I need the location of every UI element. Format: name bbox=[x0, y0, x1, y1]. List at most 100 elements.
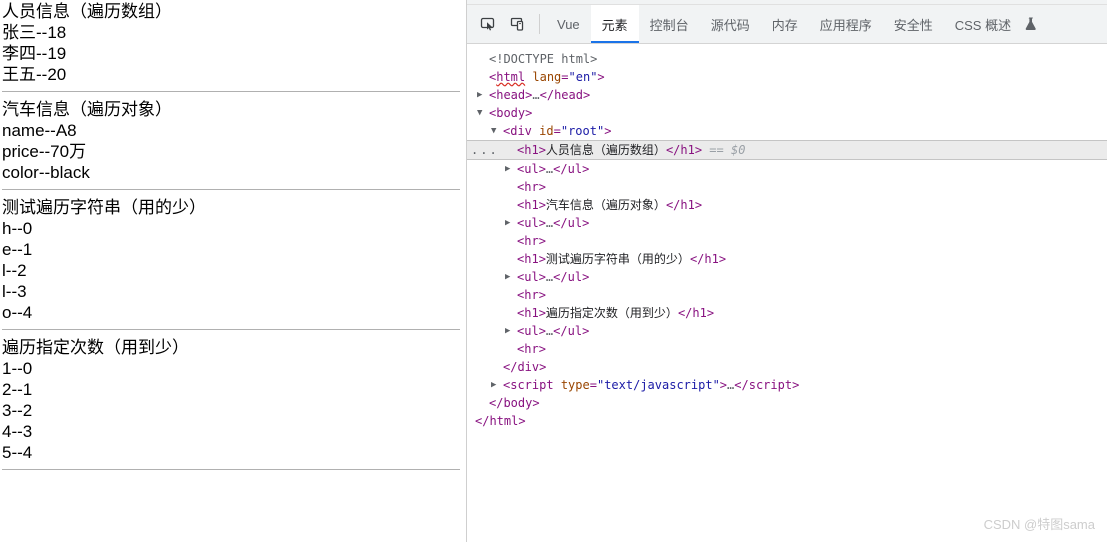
dom-node-markup: <hr> bbox=[517, 234, 546, 248]
list-item: 4--3 bbox=[2, 422, 33, 441]
tab-0[interactable]: Vue bbox=[546, 5, 591, 43]
tab-2[interactable]: 控制台 bbox=[639, 5, 700, 43]
tab-4[interactable]: 内存 bbox=[761, 5, 809, 43]
dom-node-markup: <script type="text/javascript">…</script… bbox=[503, 378, 800, 392]
section-heading: 遍历指定次数（用到少） bbox=[2, 338, 189, 357]
list-item: color--black bbox=[2, 163, 90, 182]
chevron-right-icon[interactable]: ▶ bbox=[505, 218, 515, 228]
device-toolbar-icon[interactable] bbox=[503, 5, 533, 43]
dom-tree[interactable]: <!DOCTYPE html> <html lang="en"> ▶ <head>…<… bbox=[467, 44, 1107, 542]
dom-node[interactable]: <hr> bbox=[467, 286, 1107, 304]
inspect-element-icon[interactable] bbox=[473, 5, 503, 43]
list-item: 王五--20 bbox=[2, 65, 67, 84]
dom-node-markup: <h1>测试遍历字符串（用的少）</h1> bbox=[517, 252, 727, 266]
dom-node[interactable]: ▶ <head>…</head> bbox=[467, 86, 1107, 104]
page-section: 汽车信息（遍历对象） name--A8 price--70万 color--black bbox=[2, 98, 460, 183]
devtools-tabs: Vue 元素 控制台 源代码 内存 应用程序 安全性 CSS 概述 bbox=[546, 5, 1022, 43]
chevron-right-icon[interactable]: ▶ bbox=[477, 90, 487, 100]
section-list: 张三--18 李四--19 王五--20 bbox=[2, 22, 460, 85]
dom-node[interactable]: <hr> bbox=[467, 178, 1107, 196]
list-item: h--0 bbox=[2, 219, 33, 238]
dom-node[interactable]: <hr> bbox=[467, 340, 1107, 358]
dom-node-markup: <div id="root"> bbox=[503, 124, 612, 138]
dom-node[interactable]: ▶ <ul>…</ul> bbox=[467, 214, 1107, 232]
section-divider bbox=[2, 189, 460, 190]
list-item: l--3 bbox=[2, 282, 27, 301]
list-item: price--70万 bbox=[2, 142, 87, 161]
page-section: 人员信息（遍历数组） 张三--18 李四--19 王五--20 bbox=[2, 0, 460, 85]
dom-node-selected[interactable]: ... <h1>人员信息（遍历数组）</h1> == $0 bbox=[467, 140, 1107, 160]
list-item: 3--2 bbox=[2, 401, 33, 420]
devtools-panel: Vue 元素 控制台 源代码 内存 应用程序 安全性 CSS 概述 <!DOCTYPE htm… bbox=[467, 0, 1107, 542]
dom-node[interactable]: ▼ <body> bbox=[467, 104, 1107, 122]
chevron-right-icon[interactable]: ▶ bbox=[505, 272, 515, 282]
section-list: 1--0 2--1 3--2 4--3 5--4 bbox=[2, 358, 460, 463]
list-item: e--1 bbox=[2, 240, 33, 259]
dom-node-markup: <ul>…</ul> bbox=[517, 162, 590, 176]
section-heading: 人员信息（遍历数组） bbox=[2, 2, 172, 21]
dom-node-markup: <hr> bbox=[517, 342, 546, 356]
list-item: 张三--18 bbox=[2, 23, 67, 42]
dom-node[interactable]: <h1>测试遍历字符串（用的少）</h1> bbox=[467, 250, 1107, 268]
dom-node-markup: </div> bbox=[503, 360, 547, 374]
dom-node-markup: <ul>…</ul> bbox=[517, 216, 590, 230]
selected-node-marker: == $0 bbox=[702, 143, 746, 157]
dom-node-markup: <hr> bbox=[517, 180, 546, 194]
dom-node-markup: <ul>…</ul> bbox=[517, 324, 590, 338]
tab-6[interactable]: 安全性 bbox=[883, 5, 944, 43]
dom-node-markup: <html lang="en"> bbox=[489, 70, 605, 84]
dom-node[interactable]: <h1>汽车信息（遍历对象）</h1> bbox=[467, 196, 1107, 214]
dom-node[interactable]: ▶ <ul>…</ul> bbox=[467, 322, 1107, 340]
section-list: h--0 e--1 l--2 l--3 o--4 bbox=[2, 218, 460, 323]
dom-node[interactable]: </body> bbox=[467, 394, 1107, 412]
dom-node[interactable]: <html lang="en"> bbox=[467, 68, 1107, 86]
dom-node-markup: <hr> bbox=[517, 288, 546, 302]
devtools-window: 人员信息（遍历数组） 张三--18 李四--19 王五--20 汽车信息（遍历对象） na… bbox=[0, 0, 1107, 542]
dom-node[interactable]: <!DOCTYPE html> bbox=[467, 50, 1107, 68]
section-divider bbox=[2, 469, 460, 470]
chevron-right-icon[interactable]: ▶ bbox=[505, 326, 515, 336]
page-content: 人员信息（遍历数组） 张三--18 李四--19 王五--20 汽车信息（遍历对象） na… bbox=[0, 0, 466, 470]
dom-node-markup: <body> bbox=[489, 106, 533, 120]
dom-node[interactable]: </div> bbox=[467, 358, 1107, 376]
list-item: 李四--19 bbox=[2, 44, 67, 63]
chevron-right-icon[interactable]: ▶ bbox=[505, 164, 515, 174]
dom-node-markup: <h1>人员信息（遍历数组）</h1> bbox=[517, 143, 703, 157]
dom-node-markup: </body> bbox=[489, 396, 540, 410]
experiments-flask-icon[interactable] bbox=[1022, 5, 1046, 43]
toolbar-divider bbox=[539, 14, 540, 34]
watermark: CSDN @特图sama bbox=[983, 517, 1095, 532]
tab-3[interactable]: 源代码 bbox=[700, 5, 761, 43]
list-item: 2--1 bbox=[2, 380, 33, 399]
list-item: l--2 bbox=[2, 261, 27, 280]
dom-node-markup: <h1>汽车信息（遍历对象）</h1> bbox=[517, 198, 703, 212]
dom-node-markup: <head>…</head> bbox=[489, 88, 591, 102]
tab-7[interactable]: CSS 概述 bbox=[944, 5, 1022, 43]
dom-node-markup: </html> bbox=[475, 414, 526, 428]
dom-node[interactable]: ▶ <script type="text/javascript">…</scrip… bbox=[467, 376, 1107, 394]
page-section: 遍历指定次数（用到少） 1--0 2--1 3--2 4--3 5--4 bbox=[2, 336, 460, 463]
section-divider bbox=[2, 91, 460, 92]
node-overflow-dots[interactable]: ... bbox=[471, 141, 499, 159]
chevron-down-icon[interactable]: ▼ bbox=[491, 126, 501, 136]
dom-node-markup: <!DOCTYPE html> bbox=[489, 52, 598, 66]
dom-node[interactable]: <h1>遍历指定次数（用到少）</h1> bbox=[467, 304, 1107, 322]
list-item: o--4 bbox=[2, 303, 33, 322]
devtools-tab-bar: Vue 元素 控制台 源代码 内存 应用程序 安全性 CSS 概述 bbox=[467, 5, 1107, 44]
dom-node[interactable]: ▶ <ul>…</ul> bbox=[467, 160, 1107, 178]
page-section: 测试遍历字符串（用的少） h--0 e--1 l--2 l--3 o--4 bbox=[2, 196, 460, 323]
chevron-down-icon[interactable]: ▼ bbox=[477, 108, 487, 118]
dom-node[interactable]: </html> bbox=[467, 412, 1107, 430]
chevron-right-icon[interactable]: ▶ bbox=[491, 380, 501, 390]
dom-node-markup: <ul>…</ul> bbox=[517, 270, 590, 284]
page-viewport: 人员信息（遍历数组） 张三--18 李四--19 王五--20 汽车信息（遍历对象） na… bbox=[0, 0, 467, 542]
list-item: 5--4 bbox=[2, 443, 33, 462]
section-list: name--A8 price--70万 color--black bbox=[2, 120, 460, 183]
dom-node[interactable]: ▼ <div id="root"> bbox=[467, 122, 1107, 140]
tab-5[interactable]: 应用程序 bbox=[809, 5, 883, 43]
dom-node[interactable]: ▶ <ul>…</ul> bbox=[467, 268, 1107, 286]
tab-1[interactable]: 元素 bbox=[590, 5, 639, 43]
list-item: name--A8 bbox=[2, 121, 77, 140]
section-divider bbox=[2, 329, 460, 330]
dom-node[interactable]: <hr> bbox=[467, 232, 1107, 250]
